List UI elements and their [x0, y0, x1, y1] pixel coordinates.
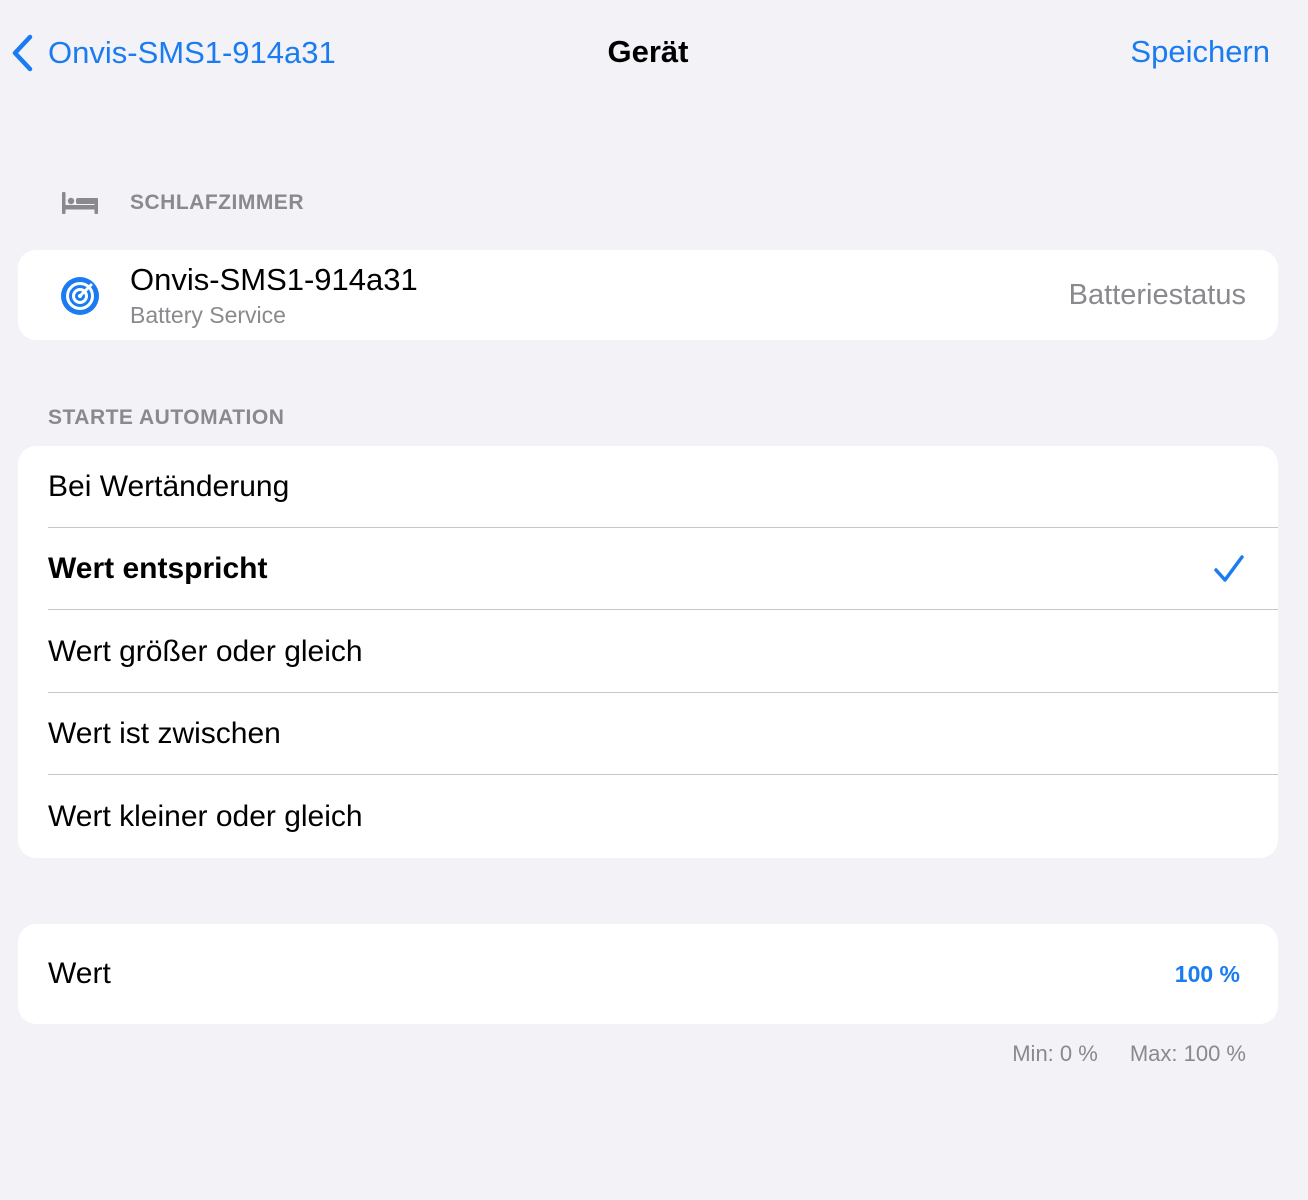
automation-section-label: STARTE AUTOMATION [48, 406, 285, 429]
device-characteristic: Batteriestatus [1068, 279, 1246, 311]
value-field[interactable]: 100 % [1175, 961, 1240, 988]
radar-target-icon [60, 276, 100, 316]
option-bei-wertaenderung[interactable]: Bei Wertänderung [48, 446, 1278, 528]
value-card: Wert 100 % [18, 924, 1278, 1024]
option-label: Wert ist zwischen [48, 717, 281, 750]
navigation-bar: Onvis-SMS1-914a31 Gerät Speichern [0, 0, 1308, 106]
option-label: Wert entspricht [48, 552, 268, 585]
device-service: Battery Service [130, 302, 286, 328]
option-wert-entspricht[interactable]: Wert entspricht [48, 528, 1278, 610]
option-label: Wert kleiner oder gleich [48, 800, 363, 833]
device-card[interactable]: Onvis-SMS1-914a31 Battery Service Batter… [18, 250, 1278, 340]
option-wert-ist-zwischen[interactable]: Wert ist zwischen [48, 693, 1278, 775]
automation-options-list: Bei Wertänderung Wert entspricht Wert gr… [18, 446, 1278, 858]
room-label: SCHLAFZIMMER [130, 191, 304, 214]
checkmark-icon [1212, 552, 1246, 586]
option-label: Bei Wertänderung [48, 470, 290, 503]
room-header: SCHLAFZIMMER [60, 186, 304, 220]
value-range: Min: 0 % Max: 100 % [1012, 1041, 1246, 1067]
save-button[interactable]: Speichern [1130, 34, 1270, 70]
option-label: Wert größer oder gleich [48, 635, 363, 668]
page-title: Gerät [607, 34, 689, 69]
min-label: Min: 0 % [1012, 1041, 1098, 1066]
device-name: Onvis-SMS1-914a31 [130, 262, 418, 297]
value-label: Wert [48, 957, 111, 990]
option-wert-kleiner-oder-gleich[interactable]: Wert kleiner oder gleich [48, 776, 1278, 858]
option-wert-groesser-oder-gleich[interactable]: Wert größer oder gleich [48, 611, 1278, 693]
max-label: Max: 100 % [1129, 1041, 1246, 1066]
bed-icon [60, 189, 100, 217]
